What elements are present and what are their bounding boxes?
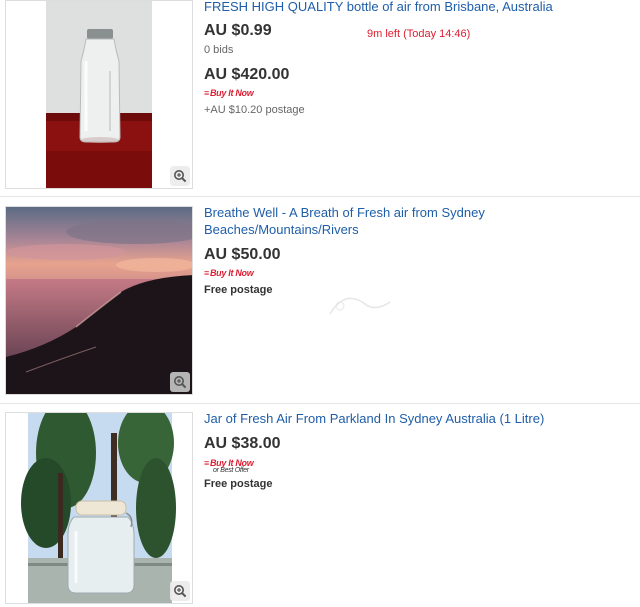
zoom-button[interactable] bbox=[170, 166, 190, 186]
postage-cost: Free postage bbox=[204, 478, 273, 490]
zoom-button[interactable] bbox=[170, 372, 190, 392]
buy-it-now-logo: ≡Buy It Now or Best Offer bbox=[204, 458, 254, 474]
buy-it-now-price: AU $420.00 bbox=[204, 66, 290, 83]
magnifier-plus-icon bbox=[174, 170, 187, 183]
listing-image[interactable] bbox=[5, 412, 193, 604]
current-bid-price: AU $0.99 bbox=[204, 22, 272, 39]
divider bbox=[0, 196, 640, 197]
time-left: 9m left (Today 14:46) bbox=[367, 28, 471, 40]
buy-it-now-mark-icon: ≡ bbox=[204, 88, 209, 98]
listing-item bbox=[0, 0, 640, 195]
postage-cost: +AU $10.20 postage bbox=[204, 104, 305, 116]
magnifier-plus-icon bbox=[174, 376, 187, 389]
listing-image[interactable] bbox=[5, 206, 193, 395]
buy-it-now-label: Buy It Now bbox=[209, 268, 254, 278]
sunset-photo bbox=[6, 207, 192, 394]
buy-it-now-label: Buy It Now bbox=[209, 88, 254, 98]
listing-price: AU $50.00 bbox=[204, 246, 281, 263]
listing-title[interactable]: FRESH HIGH QUALITY bottle of air from Br… bbox=[204, 0, 604, 16]
zoom-button[interactable] bbox=[170, 581, 190, 601]
listing-price: AU $38.00 bbox=[204, 435, 281, 452]
buy-it-now-logo: ≡Buy It Now bbox=[204, 88, 254, 98]
listing-image[interactable] bbox=[5, 0, 193, 189]
jar-photo bbox=[6, 413, 192, 603]
listing-item bbox=[0, 404, 640, 607]
buy-it-now-logo: ≡Buy It Now bbox=[204, 268, 254, 278]
buy-it-now-mark-icon: ≡ bbox=[204, 458, 209, 468]
bid-count: 0 bids bbox=[204, 44, 234, 56]
listing-title[interactable]: Jar of Fresh Air From Parkland In Sydney… bbox=[204, 411, 604, 428]
postage-cost: Free postage bbox=[204, 284, 273, 296]
listing-title[interactable]: Breathe Well - A Breath of Fresh air fro… bbox=[204, 205, 604, 238]
bottle-photo bbox=[6, 1, 192, 188]
buy-it-now-mark-icon: ≡ bbox=[204, 268, 209, 278]
best-offer-label: or Best Offer bbox=[213, 467, 249, 474]
magnifier-plus-icon bbox=[174, 585, 187, 598]
